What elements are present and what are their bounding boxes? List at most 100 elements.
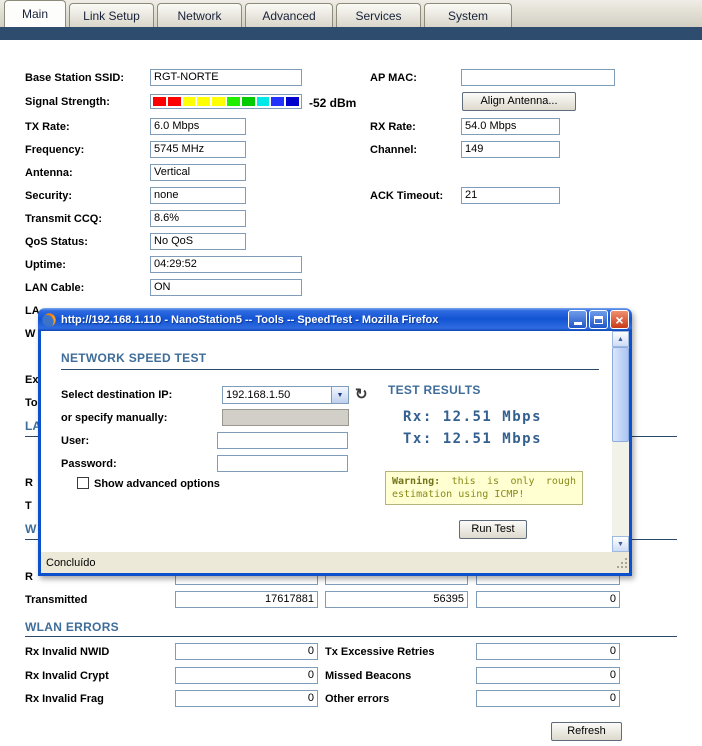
antenna-field[interactable]: Vertical [150,164,246,181]
scrollbar[interactable]: ▲ ▼ [612,331,629,552]
frequency-label: Frequency: [25,144,85,156]
scroll-up-icon[interactable]: ▲ [612,331,629,347]
statusbar-text: Concluído [46,556,96,569]
tx-result: Tx: 12.51 Mbps [403,431,543,447]
speedtest-heading: NETWORK SPEED TEST [61,351,207,365]
security-field[interactable]: none [150,187,246,204]
maximize-icon [594,315,603,324]
other-errors-label: Other errors [325,693,390,705]
transmit-ccq-field[interactable]: 8.6% [150,210,246,227]
antenna-label: Antenna: [25,167,73,179]
resize-grip[interactable] [615,556,629,570]
chevron-down-icon[interactable]: ▼ [331,387,348,403]
wlan-transmitted-field[interactable]: 0 [476,591,620,608]
tab-bar: Main Link Setup Network Advanced Service… [0,0,702,27]
wlan-transmitted-field[interactable]: 17617881 [175,591,318,608]
speedtest-window: http://192.168.1.110 - NanoStation5 -- T… [38,308,632,576]
scroll-down-icon[interactable]: ▼ [612,536,629,552]
signal-segment [182,97,196,106]
section-divider [61,369,599,370]
show-advanced-label: Show advanced options [94,478,220,490]
warning-label: Warning: [392,476,441,487]
rx-invalid-crypt-field[interactable]: 0 [175,667,318,684]
rx-invalid-crypt-label: Rx Invalid Crypt [25,670,109,682]
rx-result: Rx: 12.51 Mbps [403,409,543,425]
maximize-button[interactable] [589,310,608,329]
obscured-label-fragment: Ex [25,374,39,386]
window-controls: × [568,310,629,329]
channel-field[interactable]: 149 [461,141,560,158]
refresh-button[interactable]: Refresh [551,722,622,741]
section-divider [25,636,677,637]
wlan-errors-heading: WLAN ERRORS [25,620,119,634]
rx-rate-label: RX Rate: [370,121,416,133]
wlan-transmitted-field[interactable]: 56395 [325,591,468,608]
frequency-field[interactable]: 5745 MHz [150,141,246,158]
window-titlebar[interactable]: http://192.168.1.110 - NanoStation5 -- T… [38,308,632,331]
warning-note: Warning: this is only rough estimation u… [385,471,583,505]
align-antenna-button[interactable]: Align Antenna... [462,92,576,111]
signal-segment [212,97,225,106]
window-title: http://192.168.1.110 - NanoStation5 -- T… [61,313,439,326]
tab-network[interactable]: Network [157,3,242,27]
user-label: User: [61,435,90,447]
uptime-field[interactable]: 04:29:52 [150,256,302,273]
base-station-ssid-field[interactable]: RGT-NORTE [150,69,302,86]
signal-segment [167,97,181,106]
tab-link-setup[interactable]: Link Setup [69,3,154,27]
security-label: Security: [25,190,73,202]
signal-strength-label: Signal Strength: [25,96,110,108]
qos-status-label: QoS Status: [25,236,88,248]
signal-segment [241,97,255,106]
tx-rate-label: TX Rate: [25,121,70,133]
manual-ip-field [222,409,349,426]
tab-system[interactable]: System [424,3,512,27]
missed-beacons-field[interactable]: 0 [476,667,620,684]
password-field[interactable] [217,455,348,472]
select-destination-label: Select destination IP: [61,389,173,401]
obscured-label-fragment: R [25,571,33,583]
rx-invalid-frag-field[interactable]: 0 [175,690,318,707]
obscured-label-fragment: W [25,328,36,340]
close-button[interactable]: × [610,310,629,329]
obscured-section-heading-fragment: W [25,522,37,536]
minimize-button[interactable] [568,310,587,329]
tab-advanced[interactable]: Advanced [245,3,333,27]
scroll-track[interactable] [612,442,629,536]
tx-rate-field[interactable]: 6.0 Mbps [150,118,246,135]
firefox-icon [41,312,57,328]
ack-timeout-field[interactable]: 21 [461,187,560,204]
password-label: Password: [61,458,117,470]
tx-excessive-retries-label: Tx Excessive Retries [325,646,435,658]
destination-ip-select[interactable]: 192.168.1.50 ▼ [222,386,349,404]
base-station-ssid-label: Base Station SSID: [25,72,125,84]
specify-manually-label: or specify manually: [61,412,168,424]
minimize-icon [573,322,582,325]
transmit-ccq-label: Transmit CCQ: [25,213,103,225]
user-field[interactable] [217,432,348,449]
obscured-label-fragment: R [25,477,33,489]
rx-invalid-nwid-field[interactable]: 0 [175,643,318,660]
signal-segment [256,97,270,106]
tab-main[interactable]: Main [4,0,66,27]
missed-beacons-label: Missed Beacons [325,670,412,682]
scroll-thumb[interactable] [612,347,629,442]
reload-list-icon[interactable]: ↻ [355,385,368,403]
rx-rate-field[interactable]: 54.0 Mbps [461,118,560,135]
ap-mac-label: AP MAC: [370,72,417,84]
lan-cable-field[interactable]: ON [150,279,302,296]
run-test-button[interactable]: Run Test [459,520,527,539]
other-errors-field[interactable]: 0 [476,690,620,707]
header-bar [0,27,702,40]
speedtest-content: NETWORK SPEED TEST Select destination IP… [41,331,612,552]
test-results-heading: TEST RESULTS [388,383,481,397]
signal-dbm-value: -52 dBm [309,96,357,110]
show-advanced-checkbox[interactable] [77,477,89,489]
tx-excessive-retries-field[interactable]: 0 [476,643,620,660]
signal-segment [197,97,211,106]
ap-mac-field[interactable] [461,69,615,86]
tab-services[interactable]: Services [336,3,421,27]
airos-main-page: Main Link Setup Network Advanced Service… [0,0,702,746]
qos-status-field[interactable]: No QoS [150,233,246,250]
channel-label: Channel: [370,144,418,156]
